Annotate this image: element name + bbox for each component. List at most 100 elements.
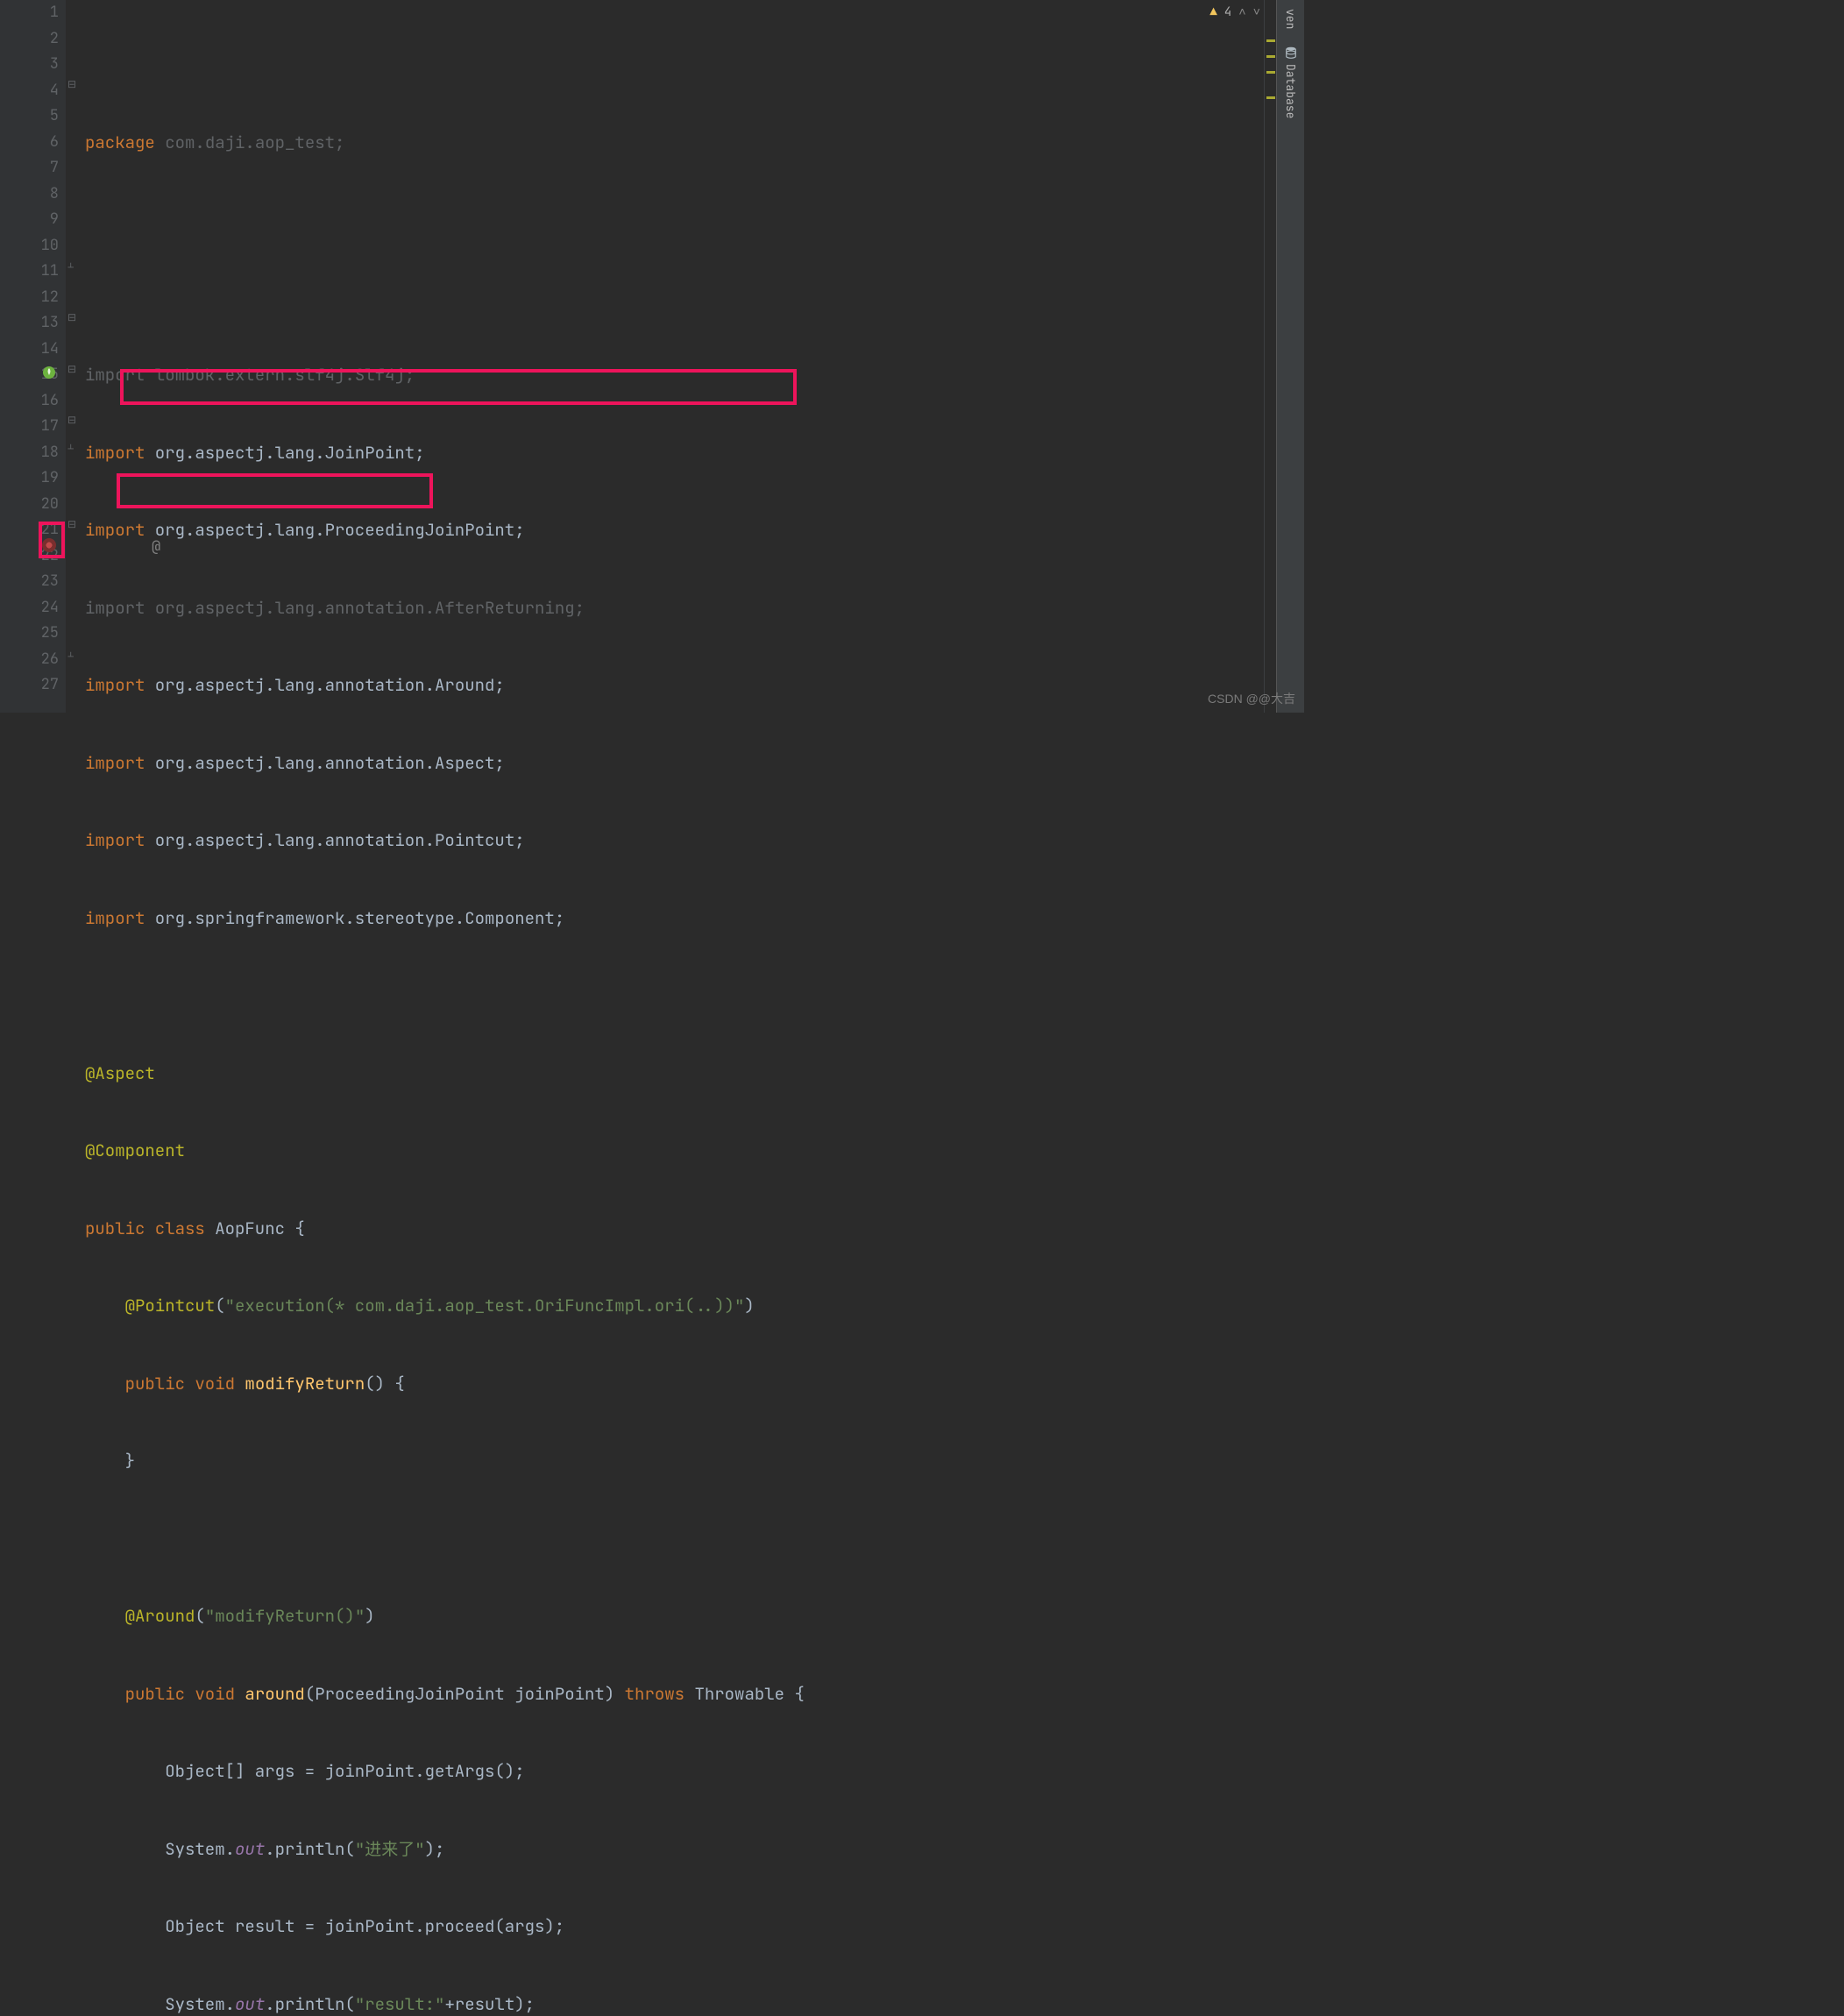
- semicolon: ;: [514, 517, 524, 543]
- scrollmap-warning-mark[interactable]: [1266, 39, 1275, 42]
- line-number[interactable]: 2: [0, 26, 59, 53]
- semicolon: ;: [405, 362, 415, 388]
- import-path: lombok.extern.slf4j.: [145, 362, 354, 388]
- brace: {: [285, 1216, 305, 1242]
- gutter: 1 2 3 4 5 6 7 8 9 10 11 12 13 14 15 16 1…: [0, 0, 66, 713]
- statement: .println(: [265, 1991, 355, 2016]
- chevron-up-icon[interactable]: ˄: [1238, 4, 1245, 20]
- line-number[interactable]: 16: [0, 388, 59, 415]
- import-class: AfterReturning: [435, 595, 575, 621]
- keyword: import: [85, 905, 145, 932]
- line-number[interactable]: 7: [0, 155, 59, 181]
- statement: System.: [165, 1991, 235, 2016]
- scrollmap-warning-mark[interactable]: [1266, 71, 1275, 74]
- statement: System.: [165, 1836, 235, 1863]
- line-number[interactable]: 17: [0, 414, 59, 440]
- fold-marker-icon[interactable]: ⊟: [67, 362, 76, 376]
- aop-advice-icon[interactable]: [42, 538, 56, 552]
- maven-tool-tab[interactable]: ven: [1280, 0, 1301, 38]
- fold-marker-icon[interactable]: ⊥: [67, 258, 74, 272]
- line-number[interactable]: 10: [0, 233, 59, 259]
- statement: +result);: [444, 1991, 535, 2016]
- spring-bean-icon[interactable]: [42, 366, 56, 380]
- inspection-indicators[interactable]: ▲ 4 ˄ ˅: [1209, 4, 1260, 20]
- string-literal: "modifyReturn()": [205, 1603, 365, 1629]
- line-number[interactable]: 24: [0, 595, 59, 621]
- method-name: modifyReturn: [245, 1371, 365, 1397]
- statement: Object[] args = joinPoint.getArgs();: [165, 1758, 524, 1785]
- annotation-gutter-icon[interactable]: @: [152, 535, 160, 561]
- warning-count: 4: [1224, 4, 1231, 20]
- fold-marker-icon[interactable]: ⊥: [67, 647, 74, 661]
- indent: [85, 1681, 125, 1707]
- line-number[interactable]: 1: [0, 0, 59, 26]
- keyword: import: [85, 672, 145, 699]
- fold-marker-icon[interactable]: ⊥: [67, 439, 74, 453]
- fold-marker-icon[interactable]: ⊟: [67, 517, 76, 531]
- line-number[interactable]: 18: [0, 440, 59, 466]
- code-editor[interactable]: @ package com.daji.aop_test; import lomb…: [78, 0, 1304, 713]
- scrollmap-warning-mark[interactable]: [1266, 96, 1275, 99]
- tool-tab-label: ven: [1283, 9, 1298, 29]
- semicolon: ;: [494, 750, 504, 777]
- line-number[interactable]: 4: [0, 78, 59, 104]
- string-literal: "execution(* com.daji.aop_test.OriFuncIm…: [225, 1293, 745, 1319]
- import-class: Pointcut: [435, 827, 514, 854]
- line-number[interactable]: 20: [0, 492, 59, 518]
- fold-marker-icon[interactable]: ⊟: [67, 413, 76, 427]
- scrollmap[interactable]: [1264, 0, 1276, 713]
- watermark: CSDN @@大吉: [1208, 690, 1295, 707]
- keyword: import: [85, 750, 145, 777]
- fold-column: ⊟ ⊥ ⊟ ⊟ ⊟ ⊥ ⊟ ⊥: [66, 0, 78, 713]
- import-class: ProceedingJoinPoint: [325, 517, 515, 543]
- line-number[interactable]: 13: [0, 310, 59, 337]
- line-number[interactable]: 5: [0, 103, 59, 130]
- chevron-down-icon[interactable]: ˅: [1253, 4, 1260, 20]
- paren: (: [215, 1293, 224, 1319]
- tool-tab-label: Database: [1283, 64, 1298, 118]
- indent: [85, 1758, 165, 1785]
- fold-marker-icon[interactable]: ⊟: [67, 77, 76, 91]
- annotation-pointcut: @Pointcut: [85, 1293, 215, 1319]
- annotation-component: @Component: [85, 1138, 185, 1164]
- caret-line-highlight: [78, 491, 1304, 517]
- line-number[interactable]: 11: [0, 259, 59, 285]
- import-path: org.aspectj.lang.: [145, 517, 324, 543]
- keyword: import: [85, 517, 145, 543]
- import-class: JoinPoint: [325, 440, 415, 466]
- annotation-around: @Around: [85, 1603, 195, 1629]
- line-number[interactable]: 23: [0, 569, 59, 595]
- import-class: Around: [435, 672, 494, 699]
- annotation-aspect: @Aspect: [85, 1061, 155, 1087]
- import-path: org.aspectj.lang.annotation.: [145, 750, 435, 777]
- statement: Object result = joinPoint.proceed(args);: [165, 1913, 564, 1940]
- line-number[interactable]: 26: [0, 647, 59, 673]
- database-tool-tab[interactable]: Database: [1280, 38, 1301, 127]
- line-number[interactable]: 3: [0, 52, 59, 78]
- indent: [85, 1991, 165, 2016]
- line-number[interactable]: 8: [0, 181, 59, 208]
- right-tool-strip: ven Database: [1276, 0, 1304, 713]
- keyword: public class: [85, 1216, 215, 1242]
- string-literal: "result:": [355, 1991, 445, 2016]
- line-number[interactable]: 25: [0, 621, 59, 647]
- fold-marker-icon[interactable]: ⊟: [67, 310, 76, 324]
- static-field: out: [235, 1991, 265, 2016]
- brace: }: [85, 1448, 135, 1474]
- keyword: public void: [125, 1371, 245, 1397]
- import-class: Component: [465, 905, 555, 932]
- line-number[interactable]: 12: [0, 285, 59, 311]
- semicolon: ;: [555, 905, 564, 932]
- scrollmap-warning-mark[interactable]: [1266, 55, 1275, 58]
- indent: [85, 1836, 165, 1863]
- line-number[interactable]: 19: [0, 465, 59, 492]
- keyword: throws: [625, 1681, 684, 1707]
- line-number[interactable]: 27: [0, 672, 59, 699]
- line-number[interactable]: 6: [0, 130, 59, 156]
- paren: (: [195, 1603, 204, 1629]
- line-number[interactable]: 14: [0, 337, 59, 363]
- paren: ): [365, 1603, 374, 1629]
- static-field: out: [235, 1836, 265, 1863]
- signature: (ProceedingJoinPoint joinPoint): [305, 1681, 625, 1707]
- line-number[interactable]: 9: [0, 207, 59, 233]
